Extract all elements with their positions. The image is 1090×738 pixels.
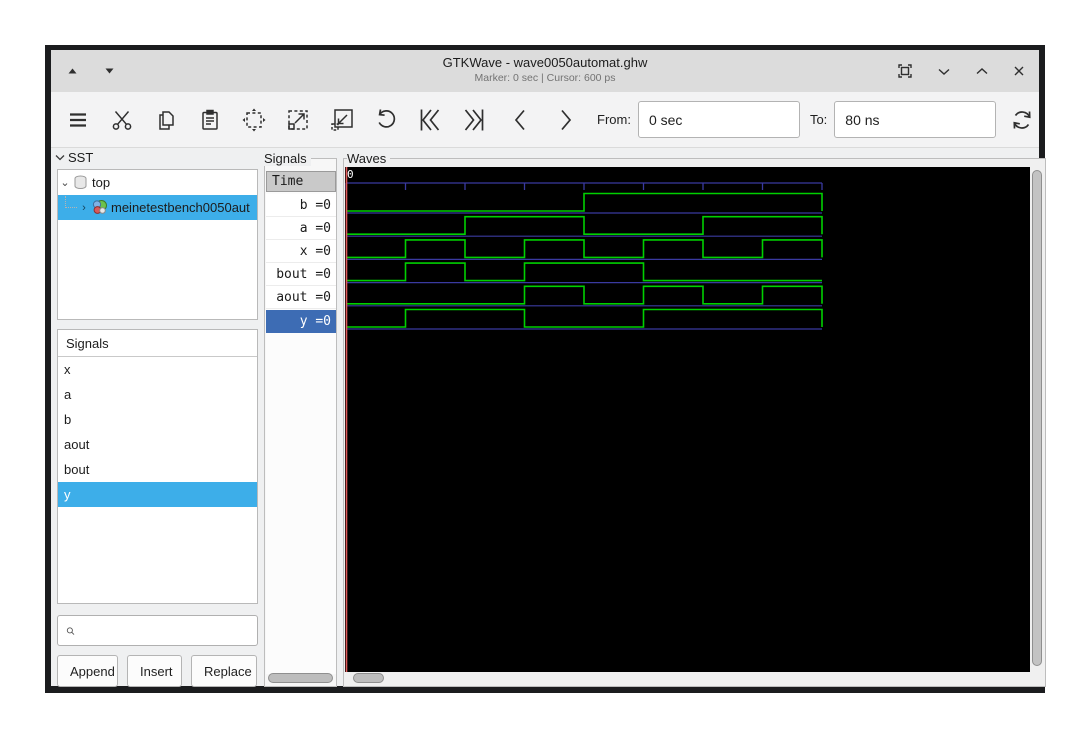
from-label: From: — [597, 112, 631, 127]
tree-item-label: meinetestbench0050aut — [111, 200, 250, 215]
sst-header[interactable]: SST — [55, 150, 93, 165]
zoom-out-icon — [329, 107, 355, 133]
toolbar: From: To: — [51, 92, 1039, 148]
expander-closed-icon[interactable]: › — [77, 202, 91, 214]
fullscreen-icon — [897, 63, 913, 79]
cut-button[interactable] — [100, 98, 144, 142]
tree-item-label: top — [92, 175, 110, 190]
signal-search-panel: Signals x a b aout bout y — [57, 329, 258, 604]
step-right-button[interactable] — [543, 98, 587, 142]
signals-frame-label: Signals — [264, 151, 311, 166]
time-header[interactable]: Time — [266, 171, 336, 192]
paste-icon — [198, 108, 222, 132]
maximize-button[interactable] — [973, 65, 991, 78]
wave-signal-row-a[interactable]: a =0 — [266, 217, 336, 240]
copy-button[interactable] — [144, 98, 188, 142]
signals-frame: Time b =0 a =0 x =0 bout =0 aout =0 y =0 — [264, 158, 337, 687]
sst-item-top[interactable]: ⌄ top — [58, 170, 257, 195]
menu-icon — [65, 107, 91, 133]
paste-button[interactable] — [188, 98, 232, 142]
reload-icon — [1008, 106, 1036, 134]
waves-hscrollbar[interactable] — [353, 673, 384, 683]
go-to-end-button[interactable] — [452, 98, 496, 142]
titlebar[interactable]: GTKWave - wave0050automat.ghw Marker: 0 … — [51, 50, 1039, 92]
close-button[interactable] — [1011, 63, 1027, 79]
zoom-in-button[interactable] — [276, 98, 320, 142]
fullscreen-button[interactable] — [895, 61, 915, 81]
insert-button[interactable]: Insert — [127, 655, 182, 687]
undo-button[interactable] — [364, 98, 408, 142]
signals-hscrollbar[interactable] — [268, 673, 333, 683]
gtkwave-window: GTKWave - wave0050automat.ghw Marker: 0 … — [45, 45, 1045, 693]
minimize-button[interactable] — [935, 65, 953, 78]
zoom-fit-button[interactable] — [232, 98, 276, 142]
signal-list-title: Signals — [58, 330, 257, 357]
zoom-out-button[interactable] — [320, 98, 364, 142]
go-to-start-button[interactable] — [408, 98, 452, 142]
to-label: To: — [810, 112, 827, 127]
wave-signal-row-b[interactable]: b =0 — [266, 194, 336, 217]
replace-button[interactable]: Replace — [191, 655, 257, 687]
waves-vscrollbar[interactable] — [1032, 170, 1042, 666]
window-title: GTKWave - wave0050automat.ghw — [51, 55, 1039, 70]
go-to-end-icon — [460, 106, 488, 134]
close-icon — [1013, 65, 1025, 77]
wave-signal-row-y[interactable]: y =0 — [266, 310, 336, 333]
signal-list-item-aout[interactable]: aout — [58, 432, 257, 457]
copy-icon — [154, 108, 178, 132]
wave-signal-row-aout[interactable]: aout =0 — [266, 286, 336, 309]
zoom-fit-icon — [241, 107, 267, 133]
tree-guide — [65, 196, 77, 208]
cut-icon — [110, 108, 134, 132]
signal-list-item-y[interactable]: y — [58, 482, 257, 507]
signal-list-item-bout[interactable]: bout — [58, 457, 257, 482]
search-box[interactable] — [57, 615, 258, 646]
to-input[interactable] — [834, 101, 996, 138]
signal-list-item-x[interactable]: x — [58, 357, 257, 382]
signal-list-item-a[interactable]: a — [58, 382, 257, 407]
wave-signal-row-bout[interactable]: bout =0 — [266, 263, 336, 286]
search-input[interactable] — [81, 623, 257, 638]
menu-button[interactable] — [56, 98, 100, 142]
waves-vscrollbar-track[interactable] — [1030, 167, 1044, 672]
sst-label: SST — [68, 150, 93, 165]
sst-tree: ⌄ top › meinetestbench0050aut — [57, 169, 258, 320]
maximize-icon — [975, 67, 989, 76]
waveform-plot: 0 — [345, 167, 1031, 672]
wave-canvas[interactable]: 0 — [345, 167, 1031, 672]
chevron-down-icon — [55, 154, 65, 161]
module-icon — [72, 174, 89, 191]
entity-icon — [91, 199, 108, 216]
minimize-icon — [937, 67, 951, 76]
sst-item-meinetestbench[interactable]: › meinetestbench0050aut — [58, 195, 257, 220]
expander-open-icon[interactable]: ⌄ — [58, 176, 72, 189]
svg-text:0: 0 — [347, 168, 354, 181]
step-left-icon — [508, 107, 534, 133]
zoom-in-icon — [285, 107, 311, 133]
wave-signal-row-x[interactable]: x =0 — [266, 240, 336, 263]
reload-button[interactable] — [1000, 98, 1044, 142]
undo-icon — [373, 107, 399, 133]
signal-list-item-b[interactable]: b — [58, 407, 257, 432]
append-button[interactable]: Append — [57, 655, 118, 687]
from-input[interactable] — [638, 101, 800, 138]
step-right-icon — [552, 107, 578, 133]
marker-cursor-status: Marker: 0 sec | Cursor: 600 ps — [51, 72, 1039, 84]
waves-frame-label: Waves — [347, 151, 390, 166]
step-left-button[interactable] — [499, 98, 543, 142]
go-to-start-icon — [416, 106, 444, 134]
search-icon — [66, 624, 75, 638]
waves-frame: 0 — [343, 158, 1046, 687]
